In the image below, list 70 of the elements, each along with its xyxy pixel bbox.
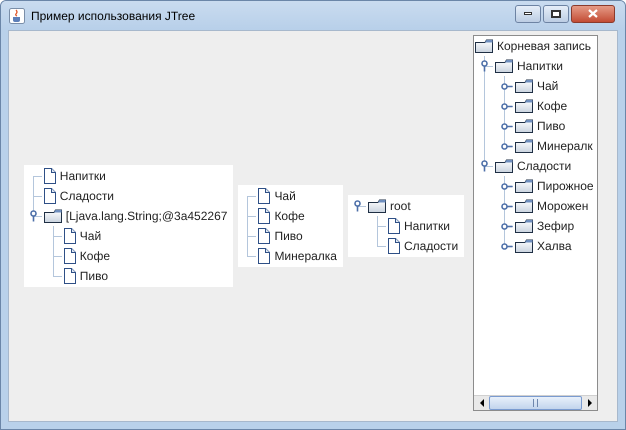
collapsed-handle-icon[interactable] — [501, 223, 513, 230]
document-icon — [258, 248, 270, 264]
document-icon — [388, 238, 400, 254]
maximize-button[interactable] — [543, 4, 569, 22]
folder-icon — [515, 239, 533, 253]
window-title: Пример использования JTree — [31, 8, 196, 24]
scrollbar-thumb[interactable] — [489, 396, 582, 410]
close-button[interactable] — [571, 4, 615, 22]
collapsed-handle-icon[interactable] — [501, 203, 513, 210]
collapsed-handle-icon[interactable] — [501, 183, 513, 190]
tree-node-label[interactable]: Минералка — [274, 246, 337, 266]
document-icon — [44, 188, 56, 204]
coffee-cup-icon — [9, 8, 25, 24]
document-icon — [258, 208, 270, 224]
folder-icon — [515, 119, 533, 133]
tree-node-label[interactable]: Кофе — [274, 206, 305, 226]
tree-node-label[interactable]: Чай — [537, 76, 558, 96]
folder-icon — [475, 39, 493, 53]
tree-node-label[interactable]: root — [390, 196, 411, 216]
tree-node-label[interactable]: Кофе — [537, 96, 568, 116]
expanded-handle-icon[interactable] — [481, 160, 488, 172]
tree-node-label[interactable]: Чай — [274, 186, 296, 206]
collapsed-handle-icon[interactable] — [501, 143, 513, 150]
expanded-handle-icon[interactable] — [481, 60, 488, 72]
tree-node-label[interactable]: [Ljava.lang.String;@3a452267 — [66, 206, 228, 226]
folder-icon — [515, 139, 533, 153]
tree-node-label[interactable]: Морожен — [537, 196, 588, 216]
tree-node-label[interactable]: Сладости — [60, 186, 114, 206]
close-icon — [588, 9, 598, 18]
tree-node-label[interactable]: Сладости — [404, 236, 458, 256]
tree-node-label[interactable]: Пиво — [537, 116, 566, 136]
collapsed-handle-icon[interactable] — [501, 103, 513, 110]
folder-icon — [515, 79, 533, 93]
right-arrow-icon[interactable] — [588, 399, 592, 407]
folder-icon — [515, 199, 533, 213]
document-icon — [64, 248, 76, 264]
document-icon — [64, 268, 76, 284]
folder-icon — [495, 159, 513, 173]
left-arrow-icon[interactable] — [480, 399, 484, 407]
folder-icon — [515, 99, 533, 113]
tree-node-label[interactable]: Пиво — [274, 226, 303, 246]
collapsed-handle-icon[interactable] — [501, 123, 513, 130]
document-icon — [44, 168, 56, 184]
horizontal-scrollbar[interactable] — [474, 395, 597, 410]
collapsed-handle-icon[interactable] — [501, 243, 513, 250]
tree-node-label[interactable]: Напитки — [60, 166, 106, 186]
collapsed-handle-icon[interactable] — [501, 83, 513, 90]
tree-node-label[interactable]: Чай — [80, 226, 102, 246]
folder-icon — [495, 59, 513, 73]
minimize-button[interactable] — [515, 4, 541, 22]
document-icon — [258, 228, 270, 244]
tree-node-label[interactable]: Напитки — [517, 56, 563, 76]
tree-node-label[interactable]: Сладости — [517, 156, 572, 176]
tree-node-label[interactable]: Минералк — [537, 136, 593, 156]
tree-node-label[interactable]: Корневая запись — [497, 36, 592, 56]
document-icon — [64, 228, 76, 244]
tree-node-label[interactable]: Кофе — [80, 246, 110, 266]
tree-node-label[interactable]: Пиво — [80, 266, 108, 286]
expanded-handle-icon[interactable] — [354, 200, 361, 212]
tree-node-label[interactable]: Халва — [537, 236, 572, 256]
folder-icon — [515, 179, 533, 193]
tree-node-label[interactable]: Зефир — [537, 216, 574, 236]
tree-node-label[interactable]: Напитки — [404, 216, 450, 236]
folder-icon — [515, 219, 533, 233]
document-icon — [258, 188, 270, 204]
tree-node-label[interactable]: Пирожное — [537, 176, 594, 196]
expanded-handle-icon[interactable] — [30, 210, 37, 222]
folder-icon — [44, 209, 62, 223]
document-icon — [388, 218, 400, 234]
folder-icon — [368, 199, 386, 213]
